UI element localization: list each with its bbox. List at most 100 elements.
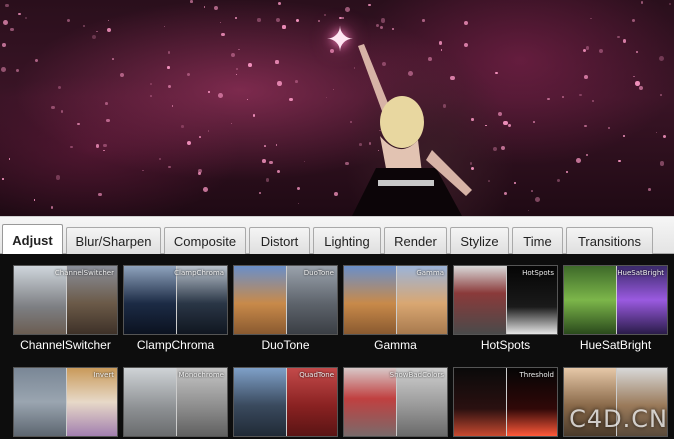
bokeh-sparkle	[592, 99, 595, 102]
bokeh-sparkle	[547, 97, 550, 100]
effect-label: HotSpots	[480, 338, 531, 352]
effect-showbadcolors[interactable]: ShowBadColors	[343, 367, 448, 437]
bokeh-sparkle	[585, 153, 589, 157]
bokeh-sparkle	[556, 178, 560, 182]
bokeh-sparkle	[96, 144, 100, 148]
bokeh-sparkle	[263, 145, 266, 148]
bokeh-sparkle	[463, 20, 469, 25]
bokeh-sparkle	[608, 127, 611, 130]
bokeh-sparkle	[282, 25, 286, 29]
effect-invert[interactable]: Invert	[13, 367, 118, 437]
effects-grid: ChannelSwitcher ChannelSwitcher ClampChr…	[0, 254, 674, 439]
bokeh-sparkle	[3, 20, 9, 26]
effect-thumbnail: DuoTone	[233, 265, 338, 335]
tab-time[interactable]: Time	[512, 227, 563, 255]
bokeh-sparkle	[172, 105, 174, 107]
tab-render[interactable]: Render	[384, 227, 447, 255]
effect-tag: Threshold	[519, 371, 555, 379]
tab-composite[interactable]: Composite	[164, 227, 246, 255]
bokeh-sparkle	[375, 24, 379, 28]
effect-label: Gamma	[374, 338, 417, 352]
effect-thumbnail: ChannelSwitcher	[13, 265, 118, 335]
bokeh-sparkle	[297, 202, 300, 205]
bokeh-sparkle	[332, 88, 335, 91]
bokeh-sparkle	[276, 18, 281, 23]
effect-hotspots[interactable]: HotSpots HotSpots	[453, 265, 558, 352]
effect-monochrome[interactable]: Monochrome	[123, 367, 228, 437]
effect-tag: DuoTone	[303, 269, 334, 277]
effect-tag: ChannelSwitcher	[54, 269, 114, 277]
bokeh-sparkle	[297, 187, 301, 191]
bokeh-sparkle	[16, 68, 20, 72]
bokeh-sparkle	[295, 18, 299, 23]
effect-channelswitcher[interactable]: ChannelSwitcher ChannelSwitcher	[13, 265, 118, 352]
effect-label: ClampChroma	[136, 338, 215, 352]
tab-adjust[interactable]: Adjust	[2, 224, 63, 256]
bokeh-sparkle	[107, 28, 112, 33]
tab-lighting[interactable]: Lighting	[313, 227, 381, 255]
watermark: C4D.CN	[569, 405, 668, 433]
bokeh-sparkle	[1, 178, 4, 181]
bokeh-sparkle	[269, 160, 273, 165]
bokeh-sparkle	[91, 34, 96, 40]
bokeh-sparkle	[258, 192, 261, 195]
bokeh-sparkle	[344, 7, 350, 13]
tab-distort[interactable]: Distort	[249, 227, 310, 255]
bokeh-sparkle	[655, 131, 657, 133]
effect-gamma[interactable]: Gamma Gamma	[343, 265, 448, 352]
bokeh-sparkle	[633, 75, 635, 78]
effect-thumbnail: QuadTone	[233, 367, 338, 437]
effect-tag: Invert	[93, 371, 114, 379]
bokeh-sparkle	[142, 169, 144, 171]
bokeh-sparkle	[631, 18, 635, 23]
bokeh-sparkle	[9, 27, 14, 32]
bokeh-sparkle	[190, 0, 193, 3]
bokeh-sparkle	[66, 18, 71, 23]
bokeh-sparkle	[265, 178, 270, 182]
bokeh-sparkle	[527, 210, 529, 212]
bokeh-sparkle	[230, 122, 232, 125]
effect-thumbnail: Monochrome	[123, 367, 228, 437]
effect-tag: HotSpots	[522, 269, 554, 277]
bokeh-sparkle	[105, 118, 110, 123]
bokeh-sparkle	[585, 45, 590, 50]
bokeh-sparkle	[379, 26, 384, 30]
bokeh-sparkle	[57, 85, 62, 89]
effect-clampchroma[interactable]: ClampChroma ClampChroma	[123, 265, 228, 352]
bokeh-sparkle	[584, 124, 588, 128]
effect-tag: ClampChroma	[174, 269, 224, 277]
bokeh-sparkle	[257, 18, 261, 22]
bokeh-sparkle	[303, 160, 306, 162]
bokeh-sparkle	[82, 24, 85, 28]
bokeh-sparkle	[275, 60, 279, 64]
bokeh-sparkle	[207, 130, 209, 132]
bokeh-sparkle	[334, 192, 338, 196]
tab-stylize[interactable]: Stylize	[450, 227, 509, 255]
bokeh-sparkle	[221, 32, 225, 36]
bokeh-sparkle	[112, 58, 114, 61]
bokeh-sparkle	[295, 80, 299, 84]
bokeh-sparkle	[149, 95, 152, 97]
effect-tag: Monochrome	[178, 371, 224, 379]
bokeh-sparkle	[25, 17, 27, 19]
effect-quadtone[interactable]: QuadTone	[233, 367, 338, 437]
effect-thumbnail: ShowBadColors	[343, 367, 448, 437]
bokeh-sparkle	[119, 72, 124, 78]
bokeh-sparkle	[50, 206, 54, 209]
effect-duotone[interactable]: DuoTone DuoTone	[233, 265, 338, 352]
bokeh-sparkle	[18, 12, 21, 16]
bokeh-sparkle	[247, 98, 249, 101]
effect-huesatbright[interactable]: HueSatBright HueSatBright	[563, 265, 668, 352]
bokeh-sparkle	[252, 114, 256, 118]
bokeh-sparkle	[508, 123, 512, 127]
tab-blur-sharpen[interactable]: Blur/Sharpen	[66, 227, 161, 255]
bokeh-sparkle	[1, 43, 6, 47]
bokeh-sparkle	[103, 143, 107, 148]
tab-transitions[interactable]: Transitions	[566, 227, 653, 255]
bokeh-sparkle	[368, 3, 371, 7]
bokeh-sparkle	[276, 144, 278, 146]
bokeh-sparkle	[219, 21, 222, 24]
effect-thumbnail: Gamma	[343, 265, 448, 335]
effect-threshold[interactable]: Threshold	[453, 367, 558, 437]
bokeh-sparkle	[578, 93, 582, 97]
